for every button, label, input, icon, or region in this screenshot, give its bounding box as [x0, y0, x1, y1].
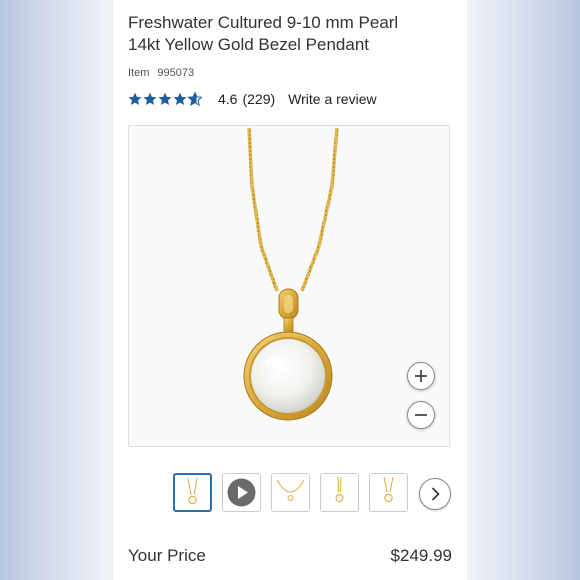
thumbnail-pendant-back[interactable]: [369, 473, 408, 512]
zoom-out-icon: [415, 414, 427, 416]
product-page: Freshwater Cultured 9-10 mm Pearl 14kt Y…: [113, 0, 467, 580]
thumbnail-video[interactable]: [222, 473, 261, 512]
star-rating-icon: [128, 92, 202, 106]
review-count[interactable]: (229): [242, 91, 275, 107]
pendant-back-thumbnail-icon: [383, 476, 394, 503]
product-title: Freshwater Cultured 9-10 mm Pearl 14kt Y…: [128, 12, 458, 56]
item-label: Item: [128, 67, 150, 79]
write-review-link[interactable]: Write a review: [288, 91, 376, 107]
thumbnail-pendant-side[interactable]: [320, 473, 359, 512]
rating-row: 4.6 (229) Write a review: [128, 89, 377, 109]
product-image-viewer[interactable]: [128, 125, 450, 447]
product-title-line-2: 14kt Yellow Gold Bezel Pendant: [128, 35, 370, 54]
thumbnail-pendant-on-chain[interactable]: [271, 473, 310, 512]
item-number-row: Item 995073: [128, 67, 194, 79]
item-number: 995073: [157, 67, 195, 79]
pearl-pendant-image: [243, 127, 339, 421]
price-label: Your Price: [128, 546, 206, 565]
pendant-side-thumbnail-icon: [335, 476, 344, 502]
rating-value: 4.6: [218, 91, 238, 107]
product-title-line-1: Freshwater Cultured 9-10 mm Pearl: [128, 13, 399, 32]
thumbnail-next-button[interactable]: [419, 478, 451, 510]
play-icon: [227, 478, 256, 507]
price-row: Your Price $249.99: [128, 546, 452, 566]
thumbnail-pendant-front[interactable]: [173, 473, 212, 512]
zoom-out-button[interactable]: [407, 401, 435, 429]
star-rating[interactable]: [128, 92, 204, 106]
pendant-thumbnail-icon: [187, 477, 198, 505]
chevron-right-icon: [431, 487, 440, 501]
zoom-in-button[interactable]: [407, 362, 435, 390]
zoom-in-icon: [415, 370, 427, 382]
price-value: $249.99: [390, 546, 452, 565]
pendant-chain-thumbnail-icon: [276, 479, 305, 501]
